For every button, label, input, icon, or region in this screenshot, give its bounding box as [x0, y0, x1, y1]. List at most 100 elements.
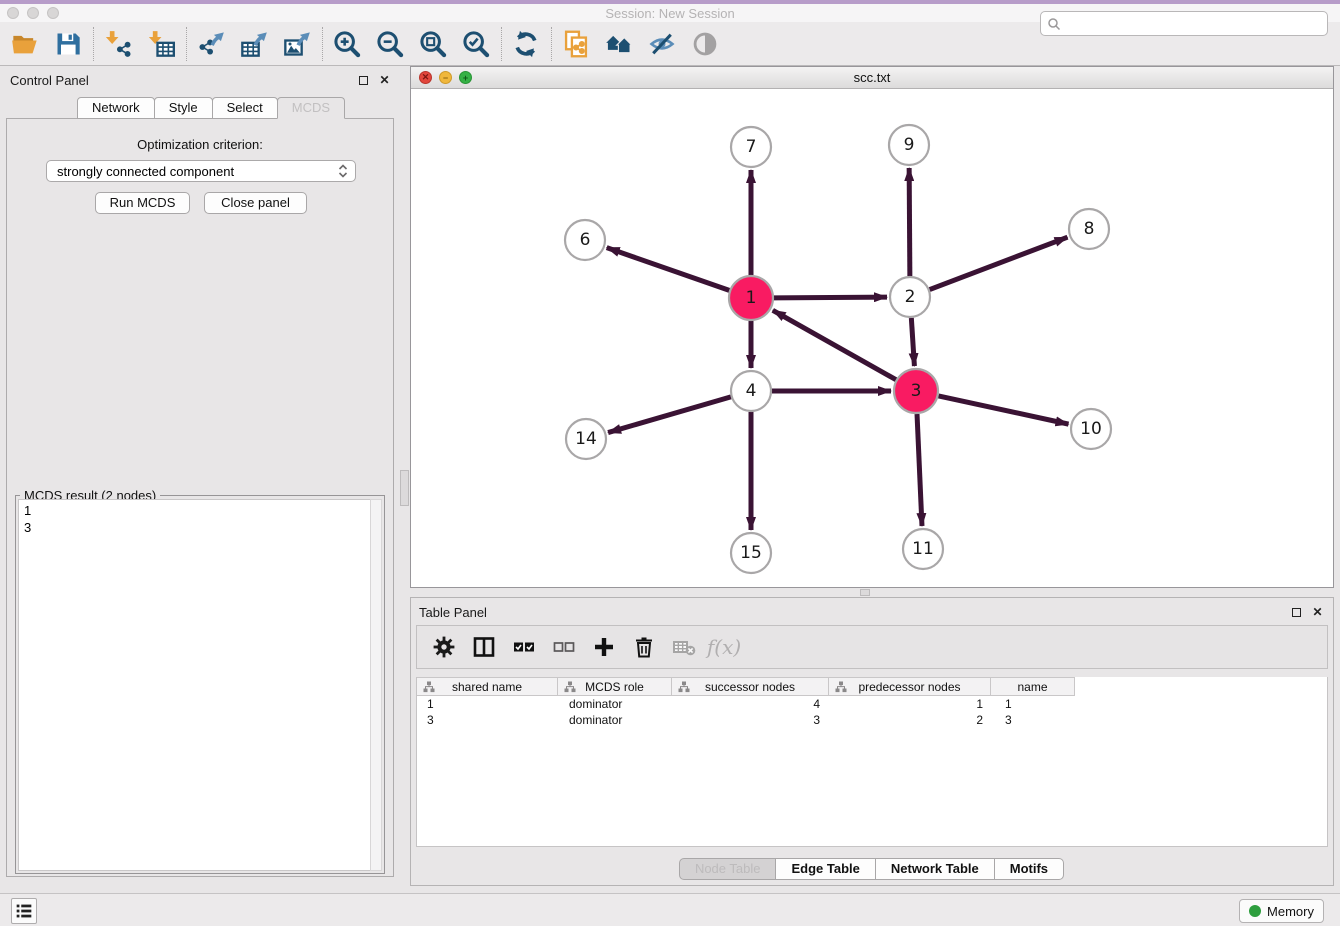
tab-style[interactable]: Style: [154, 97, 213, 119]
tab-network-table[interactable]: Network Table: [875, 858, 995, 880]
column-header-predecessor-nodes[interactable]: predecessor nodes: [828, 677, 991, 696]
add-column-icon[interactable]: [591, 634, 617, 660]
graph-node-11[interactable]: 11: [903, 529, 943, 569]
search-icon: [1047, 17, 1061, 31]
optimization-criterion-select[interactable]: strongly connected component: [46, 160, 356, 182]
search-box[interactable]: [1040, 11, 1328, 36]
unselect-all-columns-icon[interactable]: [551, 634, 577, 660]
table-row[interactable]: 3dominator323: [417, 712, 1327, 728]
task-history-button[interactable]: [11, 898, 37, 924]
vertical-splitter-handle[interactable]: [400, 470, 409, 506]
edge-1-2[interactable]: [774, 297, 887, 298]
edge-2-8[interactable]: [930, 237, 1068, 289]
tab-motifs[interactable]: Motifs: [994, 858, 1064, 880]
close-panel-button[interactable]: Close panel: [204, 192, 307, 214]
column-header-shared-name[interactable]: shared name: [416, 677, 558, 696]
open-session-icon[interactable]: [10, 29, 40, 59]
zoom-in-icon[interactable]: [332, 29, 362, 59]
graph-node-14[interactable]: 14: [566, 419, 606, 459]
split-panel-icon[interactable]: [471, 634, 497, 660]
status-bar: Memory: [0, 893, 1340, 926]
show-panel-icon[interactable]: [690, 29, 720, 59]
graph-node-1[interactable]: 1: [729, 276, 773, 320]
network-minimize-button[interactable]: −: [439, 71, 452, 84]
horizontal-splitter-handle[interactable]: [860, 589, 870, 596]
memory-label: Memory: [1267, 904, 1314, 919]
tab-node-table[interactable]: Node Table: [679, 858, 777, 880]
export-image-icon[interactable]: [282, 29, 312, 59]
edge-3-11[interactable]: [917, 414, 922, 526]
zoom-selected-icon[interactable]: [461, 29, 491, 59]
column-header-name[interactable]: name: [990, 677, 1075, 696]
toolbar-separator: [551, 27, 552, 61]
graph-node-7[interactable]: 7: [731, 127, 771, 167]
graph-node-8[interactable]: 8: [1069, 209, 1109, 249]
svg-text:3: 3: [911, 381, 922, 401]
edge-1-6[interactable]: [607, 248, 730, 291]
table-toolbar: f(x): [416, 625, 1328, 669]
select-stepper-icon: [337, 163, 349, 179]
graph-node-3[interactable]: 3: [894, 369, 938, 413]
svg-text:10: 10: [1080, 419, 1102, 439]
table-panel-title: Table Panel: [419, 605, 1283, 620]
select-all-columns-icon[interactable]: [511, 634, 537, 660]
svg-text:1: 1: [746, 288, 757, 308]
refresh-layout-icon[interactable]: [511, 29, 541, 59]
column-attr-icon: [835, 681, 847, 696]
close-panel-icon[interactable]: ✕: [377, 73, 392, 88]
column-attr-icon: [564, 681, 576, 696]
graph-node-2[interactable]: 2: [890, 277, 930, 317]
settings-gear-icon[interactable]: [431, 634, 457, 660]
home-icon[interactable]: [604, 29, 634, 59]
table-panel: Table Panel ✕ f(x) shared nameMCDS role s…: [410, 597, 1334, 886]
close-table-panel-icon[interactable]: ✕: [1310, 605, 1325, 620]
import-table-icon[interactable]: [146, 29, 176, 59]
column-attr-icon: [678, 681, 690, 696]
export-table-icon[interactable]: [239, 29, 269, 59]
edge-2-9[interactable]: [909, 168, 910, 276]
mcds-result-list[interactable]: 1 3: [18, 499, 370, 871]
tab-network[interactable]: Network: [77, 97, 155, 119]
float-table-panel-icon[interactable]: [1289, 605, 1304, 620]
network-canvas[interactable]: 7 9 6 8 1 2 4 3 14 10 15 11: [411, 89, 1333, 587]
edge-2-3[interactable]: [911, 318, 914, 366]
zoom-fit-icon[interactable]: [418, 29, 448, 59]
graph-node-10[interactable]: 10: [1071, 409, 1111, 449]
graph-node-15[interactable]: 15: [731, 533, 771, 573]
graph-node-4[interactable]: 4: [731, 371, 771, 411]
delete-column-icon[interactable]: [631, 634, 657, 660]
search-input[interactable]: [1061, 17, 1327, 31]
run-mcds-button[interactable]: Run MCDS: [95, 192, 190, 214]
edge-3-1[interactable]: [773, 310, 896, 379]
control-panel-tabs: NetworkStyleSelectMCDS: [78, 97, 345, 119]
column-header-successor-nodes[interactable]: successor nodes: [671, 677, 829, 696]
svg-text:7: 7: [746, 137, 757, 157]
memory-button[interactable]: Memory: [1239, 899, 1324, 923]
hide-panel-icon[interactable]: [647, 29, 677, 59]
network-maximize-button[interactable]: +: [459, 71, 472, 84]
edge-3-10[interactable]: [938, 396, 1068, 424]
zoom-out-icon[interactable]: [375, 29, 405, 59]
svg-text:9: 9: [904, 135, 915, 155]
edge-4-14[interactable]: [608, 397, 731, 433]
table-row[interactable]: 1dominator411: [417, 696, 1327, 712]
network-close-button[interactable]: ✕: [419, 71, 432, 84]
graph-node-6[interactable]: 6: [565, 220, 605, 260]
export-network-icon[interactable]: [196, 29, 226, 59]
tab-mcds[interactable]: MCDS: [277, 97, 345, 119]
optimization-criterion-label: Optimization criterion:: [7, 137, 393, 152]
clone-network-icon[interactable]: [561, 29, 591, 59]
tab-edge-table[interactable]: Edge Table: [775, 858, 875, 880]
graph-node-9[interactable]: 9: [889, 125, 929, 165]
tab-select[interactable]: Select: [212, 97, 278, 119]
svg-text:14: 14: [575, 429, 597, 449]
float-panel-icon[interactable]: [356, 73, 371, 88]
column-header-MCDS-role[interactable]: MCDS role: [557, 677, 672, 696]
import-network-icon[interactable]: [103, 29, 133, 59]
node-table-body: 1dominator4113dominator323: [417, 696, 1327, 728]
column-header-label: successor nodes: [705, 680, 795, 694]
table-panel-header: Table Panel ✕: [411, 598, 1333, 626]
table-cell: 3: [674, 712, 832, 728]
result-scrollbar[interactable]: [370, 499, 382, 871]
save-session-icon[interactable]: [53, 29, 83, 59]
